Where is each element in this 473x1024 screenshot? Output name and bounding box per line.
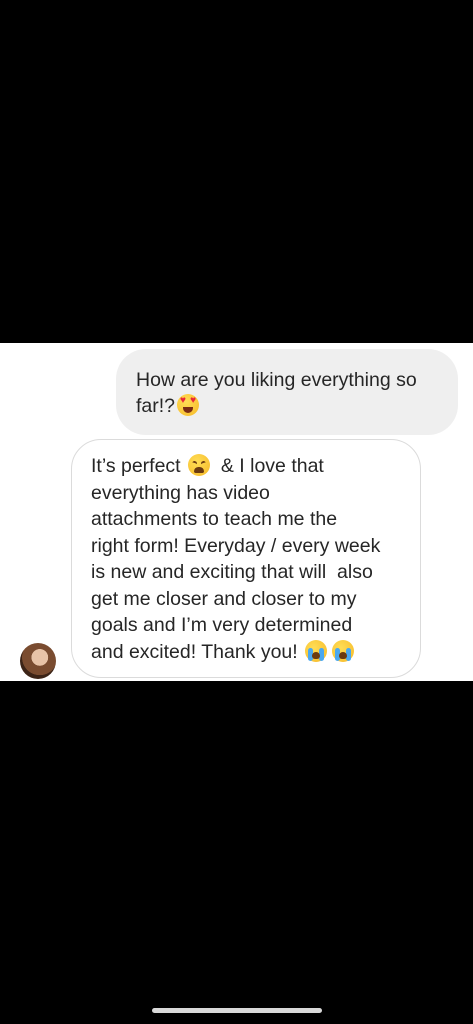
screen: How are you liking everything so far!? I… (0, 0, 473, 1024)
received-message-line-6: get me closer and closer to my (91, 587, 357, 610)
received-line-1-wrap: It’s perfect & I love that (91, 453, 404, 480)
heart-eyes-emoji-icon (177, 394, 200, 416)
crying-face-emoji-icon (305, 639, 328, 662)
received-message-line-7: goals and I’m very determined (91, 614, 353, 636)
received-message-line-5: is new and exciting that will also (91, 561, 373, 583)
received-message-line-2: everything has video (91, 481, 270, 504)
sent-message-line-2-wrap: far!? (136, 393, 438, 419)
weary-face-emoji-icon (188, 454, 211, 476)
sent-message-bubble[interactable]: How are you liking everything so far!? (116, 349, 458, 435)
sent-message-line-1: How are you liking everything so (136, 369, 417, 391)
received-message-line-1-after: & I love that (220, 455, 324, 477)
crying-face-emoji-icon (332, 639, 355, 662)
received-message-line-8: and excited! Thank you! (91, 640, 298, 663)
received-message-bubble[interactable]: It’s perfect & I love that everything ha… (71, 439, 421, 678)
received-line-8-wrap: and excited! Thank you! (91, 639, 404, 666)
received-message-line-1: It’s perfect (91, 455, 181, 477)
received-message-line-4: right form! Everyday / every week (91, 534, 381, 557)
chat-thread: How are you liking everything so far!? I… (0, 343, 473, 681)
contact-avatar[interactable] (20, 643, 56, 679)
home-indicator[interactable] (152, 1008, 322, 1013)
received-message-line-3: attachments to teach me the (91, 508, 338, 530)
sent-message-line-2: far!? (136, 395, 176, 417)
